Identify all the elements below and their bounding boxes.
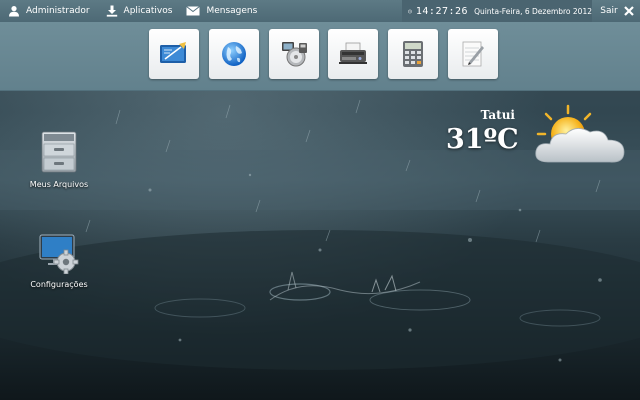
dock-calculator-button[interactable] bbox=[388, 29, 438, 79]
messages-menu-label: Mensagens bbox=[206, 6, 258, 16]
app-dock bbox=[0, 22, 640, 91]
fax-printer-icon bbox=[339, 42, 367, 64]
desktop-icon-label: Meus Arquivos bbox=[29, 180, 89, 189]
dock-text-editor-button[interactable] bbox=[149, 29, 199, 79]
clock-widget: 14:27:26 Quinta-Feira, 6 Dezembro 2012 bbox=[402, 0, 592, 22]
text-editor-icon bbox=[160, 42, 186, 63]
desktop-icon-label: Configurações bbox=[30, 280, 88, 289]
desktop-icon-my-files[interactable]: Meus Arquivos bbox=[24, 130, 94, 189]
exit-button[interactable]: Sair bbox=[594, 0, 640, 22]
user-menu-label: Administrador bbox=[26, 6, 90, 16]
weather-city: Tatui bbox=[480, 108, 515, 122]
close-icon bbox=[623, 6, 634, 16]
apps-menu[interactable]: Aplicativos bbox=[100, 0, 179, 22]
clock-date: Quinta-Feira, 6 Dezembro 2012 bbox=[474, 6, 592, 16]
apps-menu-label: Aplicativos bbox=[123, 6, 173, 16]
dock-media-button[interactable] bbox=[269, 29, 319, 79]
messages-menu[interactable]: Mensagens bbox=[180, 0, 263, 22]
clock-icon bbox=[408, 9, 412, 13]
envelope-icon bbox=[186, 6, 201, 16]
weather-temperature: 31ºC bbox=[446, 124, 519, 155]
dock-fax-button[interactable] bbox=[328, 29, 378, 79]
notepad-icon bbox=[462, 41, 484, 67]
settings-monitor-icon bbox=[39, 234, 79, 275]
sun-behind-cloud-icon bbox=[535, 104, 625, 163]
media-player-icon bbox=[282, 42, 307, 67]
file-cabinet-icon bbox=[41, 131, 77, 173]
calculator-icon bbox=[403, 41, 423, 67]
user-menu[interactable]: Administrador bbox=[2, 0, 96, 22]
exit-label: Sair bbox=[600, 6, 618, 16]
download-icon bbox=[106, 5, 117, 17]
weather-widget: Tatui 31ºC bbox=[440, 104, 640, 174]
globe-browser-icon bbox=[222, 42, 246, 66]
user-icon bbox=[9, 6, 19, 17]
dock-notepad-button[interactable] bbox=[448, 29, 498, 79]
dock-browser-button[interactable] bbox=[209, 29, 259, 79]
clock-time: 14:27:26 bbox=[415, 5, 469, 17]
desktop-icon-settings[interactable]: Configurações bbox=[24, 232, 94, 289]
top-bar: Administrador Aplicativos Mensagens 14:2… bbox=[0, 0, 640, 23]
